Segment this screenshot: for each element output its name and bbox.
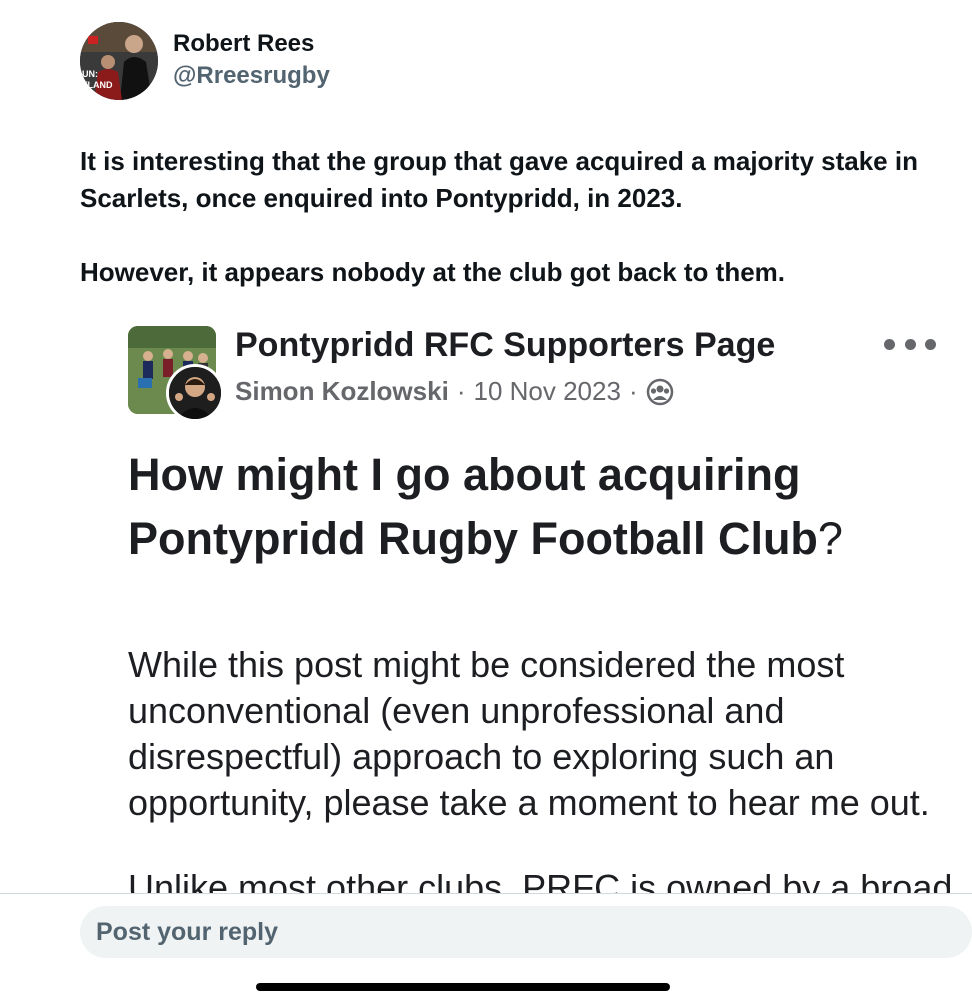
svg-text:TLAND: TLAND bbox=[82, 80, 113, 90]
meta-separator: · bbox=[456, 376, 466, 406]
reply-input[interactable]: Post your reply bbox=[80, 906, 972, 958]
author-handle[interactable]: @Rreesrugby bbox=[173, 62, 330, 90]
tweet-paragraph: However, it appears nobody at the club g… bbox=[80, 257, 786, 287]
reply-placeholder: Post your reply bbox=[96, 917, 278, 946]
avatar-photo: UN: TLAND bbox=[80, 22, 158, 100]
more-options-icon bbox=[884, 332, 936, 356]
author-name[interactable]: Robert Rees bbox=[173, 30, 314, 58]
author-avatar[interactable]: UN: TLAND bbox=[80, 22, 158, 100]
post-body: While this post might be considered the … bbox=[128, 644, 930, 823]
post-meta: Simon Kozlowski · 10 Nov 2023 · bbox=[235, 376, 674, 407]
post-title-mark: ? bbox=[817, 513, 843, 564]
post-author: Simon Kozlowski bbox=[235, 376, 449, 406]
svg-text:UN:: UN: bbox=[82, 69, 98, 79]
user-avatar bbox=[166, 364, 224, 422]
tweet-paragraph: It is interesting that the group that ga… bbox=[80, 146, 918, 213]
home-indicator[interactable] bbox=[256, 983, 670, 991]
group-audience-icon bbox=[646, 378, 674, 406]
post-title-text: How might I go about acquiring Pontyprid… bbox=[128, 449, 818, 564]
reply-bar: Post your reply bbox=[0, 893, 972, 1001]
post-title: How might I go about acquiring Pontyprid… bbox=[128, 443, 928, 571]
meta-separator: · bbox=[628, 376, 638, 406]
tweet-text: It is interesting that the group that ga… bbox=[80, 143, 965, 291]
group-name: Pontypridd RFC Supporters Page bbox=[235, 326, 776, 364]
post-date: 10 Nov 2023 bbox=[473, 376, 621, 406]
post-body-continued: Unlike most other clubs, PRFC is owned b… bbox=[128, 867, 953, 895]
